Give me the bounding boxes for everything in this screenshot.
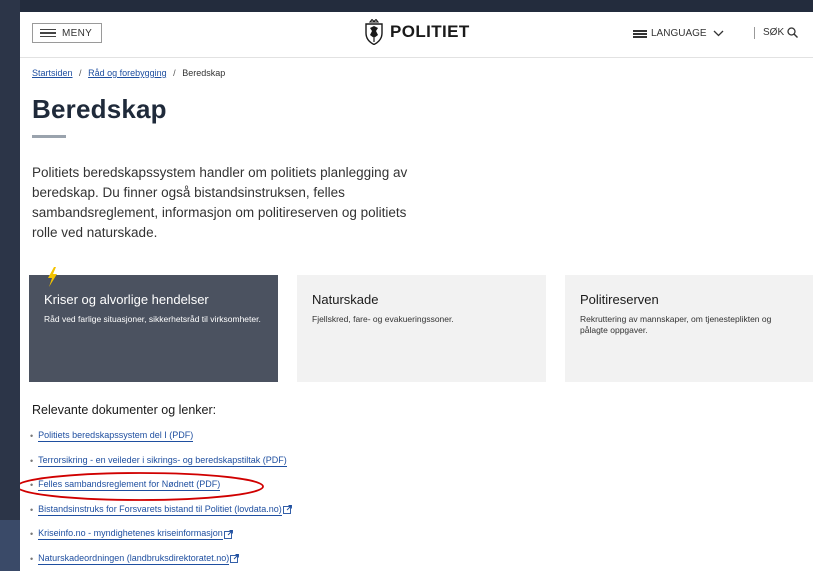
background-bottom-left (0, 520, 20, 571)
link-sambandsreglement[interactable]: Felles sambandsreglement for Nødnett (PD… (38, 479, 221, 492)
card-kriser[interactable]: Kriser og alvorlige hendelser Råd ved fa… (29, 275, 278, 382)
card-title: Politireserven (580, 292, 659, 307)
logo-text: POLITIET (390, 22, 470, 41)
header-divider (754, 27, 755, 39)
hamburger-icon (40, 28, 56, 38)
link-terrorsikring[interactable]: Terrorsikring - en veileder i sikrings- … (38, 455, 287, 467)
language-selector[interactable]: LANGUAGE (633, 28, 724, 39)
card-description: Rekruttering av mannskaper, om tjenestep… (580, 314, 772, 335)
link-naturskadeordningen[interactable]: Naturskadeordningen (landbruksdirektorat… (38, 553, 230, 565)
card-title: Naturskade (312, 292, 379, 307)
menu-label: MENY (62, 27, 93, 39)
links-heading: Relevante dokumenter og lenker: (32, 403, 217, 417)
menu-button[interactable]: MENY (32, 23, 102, 43)
breadcrumb-current: Beredskap (182, 68, 226, 78)
browser-page: MENY POLITIET LANGUAGE SØK Startsiden / … (20, 12, 813, 571)
intro-text: Politiets beredskapssystem handler om po… (32, 165, 408, 240)
card-description: Fjellskred, fare- og evakueringssoner. (312, 314, 454, 324)
link-kriseinfo[interactable]: Kriseinfo.no - myndighetenes kriseinform… (38, 528, 223, 541)
title-underline (32, 135, 66, 138)
list-item: • Kriseinfo.no - myndighetenes kriseinfo… (30, 522, 292, 547)
card-title: Kriser og alvorlige hendelser (44, 292, 209, 307)
list-item: • Terrorsikring - en veileder i sikrings… (30, 454, 287, 467)
search-button[interactable]: SØK (763, 27, 799, 38)
external-link-icon (282, 505, 292, 515)
list-item: • Bistandsinstruks for Forsvarets bistan… (30, 498, 292, 523)
list-item: • Politiets beredskapssystem del I (PDF) (30, 430, 194, 443)
card-naturskade[interactable]: Naturskade Fjellskred, fare- og evakueri… (297, 275, 546, 382)
chevron-down-icon (713, 30, 724, 37)
site-logo[interactable]: POLITIET (364, 18, 470, 46)
search-label: SØK (763, 27, 785, 38)
lightning-bolt-icon (48, 267, 57, 287)
list-item: • Naturskadeordningen (landbruksdirektor… (30, 547, 292, 571)
background-left (0, 0, 20, 571)
links-list: • Politiets beredskapssystem del I (PDF)… (30, 424, 292, 571)
background-top (0, 0, 813, 12)
breadcrumb-link-rad[interactable]: Råd og forebygging (88, 68, 167, 78)
card-description: Råd ved farlige situasjoner, sikkerhetsr… (44, 314, 261, 324)
external-link-icon (223, 529, 233, 539)
external-link-icon (230, 554, 240, 564)
link-bistandsinstruks[interactable]: Bistandsinstruks for Forsvarets bistand … (38, 504, 282, 516)
search-icon (787, 27, 799, 38)
coat-of-arms-icon (365, 19, 383, 45)
flag-icon (633, 29, 647, 38)
breadcrumb: Startsiden / Råd og forebygging / Bereds… (32, 68, 226, 78)
breadcrumb-link-home[interactable]: Startsiden (32, 68, 73, 78)
card-politireserven[interactable]: Politireserven Rekruttering av mannskape… (565, 275, 813, 382)
link-beredskapssystem[interactable]: Politiets beredskapssystem del I (PDF) (38, 430, 194, 443)
language-label: LANGUAGE (651, 28, 707, 39)
site-header: MENY POLITIET LANGUAGE SØK (20, 12, 813, 58)
list-item: • Felles sambandsreglement for Nødnett (… (30, 479, 221, 492)
page-title: Beredskap (32, 94, 167, 124)
